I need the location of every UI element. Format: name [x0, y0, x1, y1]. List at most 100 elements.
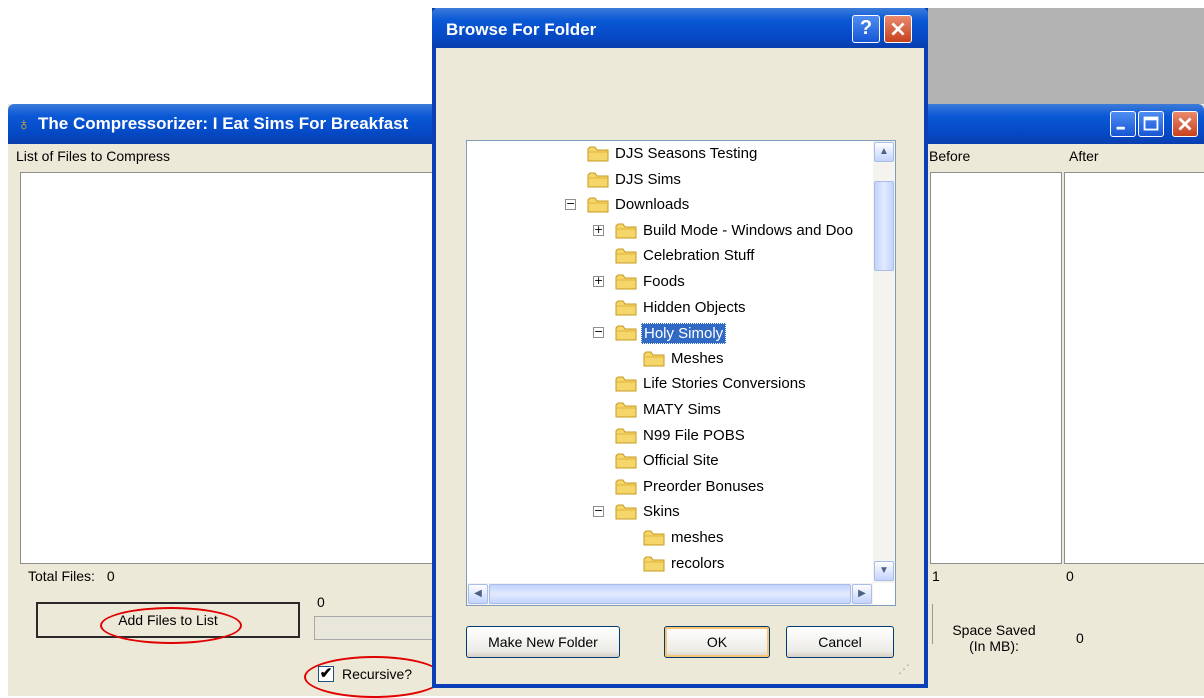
total-files-label: Total Files:	[28, 568, 95, 584]
scroll-left-icon[interactable]: ◀	[468, 584, 488, 604]
tree-item-label: Hidden Objects	[643, 298, 746, 316]
close-button[interactable]	[1172, 111, 1198, 137]
progress-bar	[314, 616, 450, 640]
collapse-icon[interactable]: −	[593, 326, 604, 339]
make-new-folder-button[interactable]: Make New Folder	[466, 626, 620, 658]
background-area	[920, 8, 1204, 108]
folder-icon	[587, 171, 609, 192]
total-files-value: 0	[106, 568, 115, 584]
folder-icon	[615, 375, 637, 396]
collapse-icon[interactable]: −	[593, 505, 604, 518]
expand-icon[interactable]: +	[593, 275, 604, 287]
folder-icon	[615, 222, 637, 243]
tree-item[interactable]: Preorder Bonuses	[467, 476, 873, 500]
progress-value: 0	[317, 594, 325, 610]
space-saved-label: Space Saved (In MB):	[952, 622, 1036, 654]
before-column-header: Before	[929, 148, 971, 164]
tree-item-label: DJS Seasons Testing	[615, 145, 758, 162]
resize-grip-icon[interactable]: ⋰	[898, 662, 916, 680]
tree-item-label: MATY Sims	[643, 401, 721, 418]
folder-icon	[615, 273, 637, 294]
tree-item[interactable]: − Downloads	[467, 194, 873, 218]
main-window-title: The Compressorizer: I Eat Sims For Break…	[38, 114, 409, 133]
folder-icon	[615, 478, 637, 499]
folder-tree[interactable]: DJS Seasons Testing DJS Sims − Downloads + Bu…	[466, 140, 896, 606]
tree-item[interactable]: + Build Mode - Windows and Doo	[467, 220, 873, 244]
tree-item-label: Celebration Stuff	[643, 247, 755, 265]
tree-item-label: Foods	[643, 273, 685, 290]
close-icon	[1178, 117, 1192, 131]
tree-item[interactable]: DJS Sims	[467, 169, 873, 193]
tree-item[interactable]: MATY Sims	[467, 399, 873, 423]
tree-item[interactable]: Celebration Stuff	[467, 245, 873, 269]
tree-item-label: Meshes	[671, 349, 724, 367]
tree-item[interactable]: Hidden Objects	[467, 297, 873, 321]
tree-item[interactable]: − Holy Simoly	[467, 322, 873, 346]
folder-icon	[615, 401, 637, 422]
tree-item-label: meshes	[671, 529, 724, 546]
tree-item[interactable]: meshes	[467, 527, 873, 551]
folder-icon	[615, 452, 637, 473]
tree-item[interactable]: Official Site	[467, 450, 873, 474]
tree-item-label: Official Site	[643, 452, 719, 470]
tree-item-label: Downloads	[615, 196, 690, 214]
file-list-label: List of Files to Compress	[16, 148, 171, 164]
tree-item[interactable]: + Foods	[467, 271, 873, 295]
horizontal-scrollbar[interactable]: ◀ ▶	[467, 583, 873, 605]
dialog-title-bar[interactable]: Browse For Folder ?	[432, 8, 928, 48]
tree-item-label: Skins	[643, 503, 680, 521]
scroll-up-icon[interactable]: ▲	[874, 142, 894, 162]
tree-item[interactable]: recolors	[467, 553, 873, 577]
tree-item[interactable]: DJS Seasons Testing	[467, 143, 873, 167]
maximize-icon	[1143, 116, 1159, 131]
vertical-scrollbar[interactable]: ▲ ▼	[873, 141, 895, 583]
maximize-button[interactable]	[1138, 111, 1164, 137]
after-list[interactable]	[1064, 172, 1204, 564]
tree-item-label: DJS Sims	[615, 170, 681, 188]
minimize-button[interactable]	[1110, 111, 1136, 137]
dialog-close-button[interactable]	[884, 15, 912, 43]
tree-item-label: Life Stories Conversions	[643, 375, 806, 393]
expand-icon[interactable]: +	[593, 224, 604, 236]
tree-item[interactable]: − Skins	[467, 501, 873, 525]
space-saved-value: 0	[1076, 630, 1084, 646]
tree-item[interactable]: Meshes	[467, 348, 873, 372]
tree-item[interactable]: N99 File POBS	[467, 425, 873, 449]
folder-icon	[615, 503, 637, 524]
before-total-value: 1	[932, 568, 940, 584]
after-column-header: After	[1069, 148, 1099, 164]
folder-icon	[615, 247, 637, 268]
folder-icon	[615, 299, 637, 320]
folder-icon	[643, 555, 665, 576]
file-list[interactable]	[20, 172, 446, 564]
folder-icon	[615, 324, 637, 345]
hidden-button-4[interactable]	[928, 604, 933, 644]
recursive-label: Recursive?	[342, 666, 413, 682]
tree-item-label: Build Mode - Windows and Doo	[643, 221, 854, 239]
help-button[interactable]: ?	[852, 15, 880, 43]
horizontal-scroll-thumb[interactable]	[489, 584, 851, 604]
tree-item-label: Preorder Bonuses	[643, 477, 764, 495]
tree-item[interactable]: Life Stories Conversions	[467, 373, 873, 397]
folder-icon	[643, 350, 665, 371]
before-list[interactable]	[930, 172, 1062, 564]
cancel-button[interactable]: Cancel	[786, 626, 894, 658]
folder-icon	[587, 196, 609, 217]
after-total-value: 0	[1066, 568, 1074, 584]
help-icon: ?	[859, 17, 873, 39]
app-icon: ♁	[17, 114, 31, 134]
close-icon	[891, 22, 905, 36]
add-files-button[interactable]: Add Files to List	[36, 602, 300, 638]
minimize-icon	[1116, 126, 1125, 130]
vertical-scroll-thumb[interactable]	[874, 181, 894, 271]
scroll-down-icon[interactable]: ▼	[874, 561, 894, 581]
scroll-right-icon[interactable]: ▶	[852, 584, 872, 604]
ok-button[interactable]: OK	[664, 626, 770, 658]
folder-icon	[643, 529, 665, 550]
folder-icon	[587, 145, 609, 166]
tree-item-label: Holy Simoly	[641, 323, 727, 345]
recursive-checkbox[interactable]: ✔	[318, 666, 334, 682]
tree-item-label: recolors	[671, 554, 725, 572]
collapse-icon[interactable]: −	[565, 198, 576, 211]
tree-item-label: N99 File POBS	[643, 426, 745, 444]
